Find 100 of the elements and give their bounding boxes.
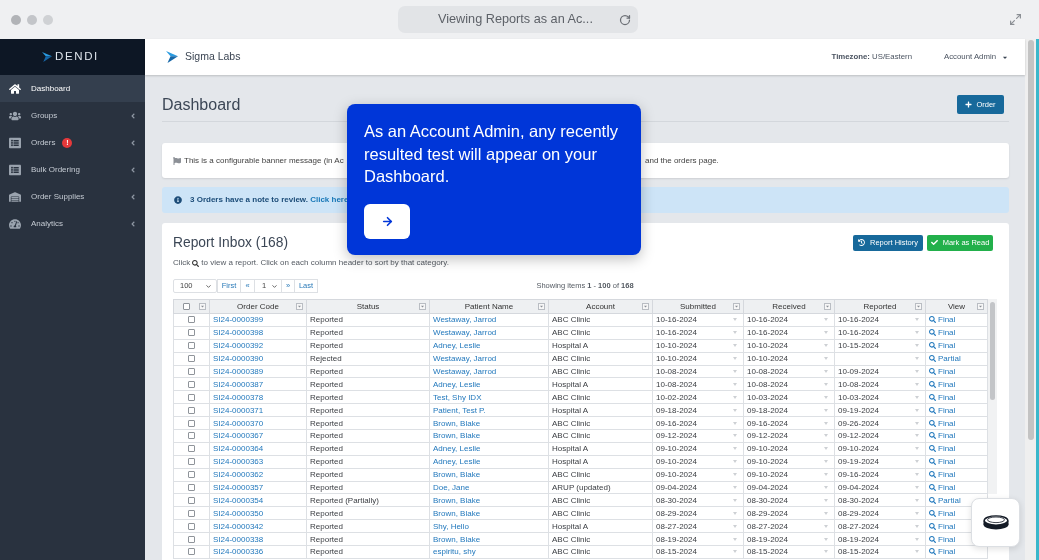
caret-down-icon[interactable] — [915, 460, 919, 464]
row-checkbox[interactable] — [188, 484, 195, 491]
sidebar-item[interactable]: Dashboard — [0, 75, 145, 102]
search-icon[interactable] — [929, 484, 936, 491]
column-header[interactable]: Status — [356, 300, 380, 313]
search-icon[interactable] — [929, 496, 936, 504]
chevron-left-icon[interactable] — [130, 219, 136, 228]
filter-dropdown-icon[interactable] — [419, 303, 426, 310]
caret-down-icon[interactable] — [824, 473, 828, 477]
caret-down-icon[interactable] — [733, 318, 737, 322]
search-icon[interactable] — [929, 355, 936, 363]
caret-down-icon[interactable] — [824, 537, 828, 541]
caret-down-icon[interactable] — [824, 550, 828, 554]
address-bar[interactable]: Viewing Reports as an Ac... — [398, 6, 638, 33]
caret-down-icon[interactable] — [733, 550, 737, 554]
expand-icon[interactable] — [1009, 13, 1022, 26]
search-icon[interactable] — [929, 458, 936, 466]
caret-down-icon[interactable] — [824, 318, 828, 322]
row-checkbox[interactable] — [188, 355, 195, 363]
search-icon[interactable] — [929, 329, 936, 337]
reload-icon[interactable] — [619, 13, 631, 26]
sidebar-item[interactable]: Bulk Ordering — [0, 156, 145, 183]
search-icon[interactable] — [929, 471, 936, 479]
filter-dropdown-icon[interactable] — [733, 303, 740, 310]
search-icon[interactable] — [929, 393, 936, 401]
caret-down-icon[interactable] — [733, 421, 737, 425]
row-checkbox[interactable] — [188, 419, 195, 427]
caret-down-icon[interactable] — [733, 395, 737, 399]
caret-down-icon[interactable] — [915, 395, 919, 399]
caret-down-icon[interactable] — [915, 370, 919, 373]
search-icon[interactable] — [929, 316, 936, 324]
caret-down-icon[interactable] — [733, 460, 737, 464]
chevron-left-icon[interactable] — [130, 165, 136, 174]
search-icon[interactable] — [929, 535, 936, 543]
chevron-left-icon[interactable] — [130, 111, 136, 120]
caret-down-icon[interactable] — [915, 382, 919, 386]
caret-down-icon[interactable] — [824, 460, 828, 464]
table-scrollbar[interactable] — [988, 299, 997, 494]
caret-down-icon[interactable] — [824, 344, 828, 348]
caret-down-icon[interactable] — [733, 537, 737, 541]
caret-down-icon[interactable] — [824, 408, 828, 412]
caret-down-icon[interactable] — [733, 408, 737, 412]
search-icon[interactable] — [929, 380, 936, 388]
caret-down-icon[interactable] — [733, 486, 737, 489]
caret-down-icon[interactable] — [824, 498, 828, 502]
caret-down-icon[interactable] — [824, 421, 828, 425]
row-checkbox[interactable] — [188, 368, 195, 375]
caret-down-icon[interactable] — [824, 434, 828, 438]
filter-dropdown-icon[interactable] — [915, 303, 922, 310]
page-scrollbar[interactable] — [1025, 39, 1036, 560]
row-checkbox[interactable] — [188, 432, 195, 440]
row-checkbox[interactable] — [188, 342, 195, 350]
caret-down-icon[interactable] — [915, 434, 919, 438]
search-icon[interactable] — [929, 509, 936, 517]
caret-down-icon[interactable] — [915, 408, 919, 412]
search-icon[interactable] — [929, 419, 936, 427]
caret-down-icon[interactable] — [915, 357, 919, 361]
filter-dropdown-icon[interactable] — [538, 303, 545, 310]
caret-down-icon[interactable] — [915, 331, 919, 335]
caret-down-icon[interactable] — [824, 370, 828, 373]
row-checkbox[interactable] — [188, 380, 195, 388]
caret-down-icon[interactable] — [733, 370, 737, 373]
search-icon[interactable] — [929, 445, 936, 453]
search-icon[interactable] — [929, 522, 936, 530]
caret-down-icon[interactable] — [824, 486, 828, 489]
caret-down-icon[interactable] — [733, 498, 737, 502]
caret-down-icon[interactable] — [733, 473, 737, 477]
row-checkbox[interactable] — [188, 329, 195, 337]
filter-dropdown-icon[interactable] — [977, 303, 984, 310]
row-checkbox[interactable] — [188, 406, 195, 414]
row-checkbox[interactable] — [188, 458, 195, 466]
caret-down-icon[interactable] — [824, 511, 828, 515]
caret-down-icon[interactable] — [733, 434, 737, 438]
row-checkbox[interactable] — [188, 509, 195, 517]
chevron-left-icon[interactable] — [130, 138, 136, 147]
search-icon[interactable] — [929, 368, 936, 375]
caret-down-icon[interactable] — [733, 447, 737, 451]
caret-down-icon[interactable] — [824, 395, 828, 399]
caret-down-icon[interactable] — [733, 524, 737, 528]
caret-down-icon[interactable] — [915, 344, 919, 348]
scrollbar-thumb[interactable] — [990, 302, 995, 400]
filter-dropdown-icon[interactable] — [296, 303, 303, 310]
sidebar-item[interactable]: Order Supplies — [0, 183, 145, 210]
caret-down-icon[interactable] — [915, 473, 919, 477]
caret-down-icon[interactable] — [915, 511, 919, 515]
caret-down-icon[interactable] — [733, 344, 737, 348]
caret-down-icon[interactable] — [733, 331, 737, 335]
caret-down-icon[interactable] — [915, 447, 919, 451]
caret-down-icon[interactable] — [824, 524, 828, 528]
caret-down-icon[interactable] — [915, 421, 919, 425]
row-checkbox[interactable] — [188, 535, 195, 543]
chevron-left-icon[interactable] — [130, 192, 136, 201]
sidebar-item[interactable]: Analytics — [0, 210, 145, 237]
filter-dropdown-icon[interactable] — [199, 303, 206, 310]
caret-down-icon[interactable] — [733, 382, 737, 386]
search-icon[interactable] — [929, 548, 936, 556]
row-checkbox[interactable] — [188, 445, 195, 453]
row-checkbox[interactable] — [188, 393, 195, 401]
sidebar-item[interactable]: Groups — [0, 102, 145, 129]
next-button[interactable] — [364, 203, 410, 239]
